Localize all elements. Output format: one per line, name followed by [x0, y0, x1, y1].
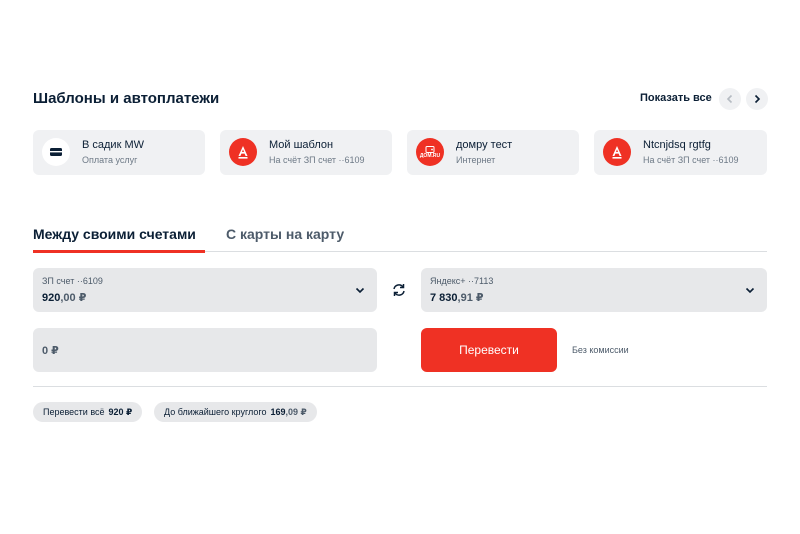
to-account-balance: 7 830,91 ₽ — [430, 291, 484, 304]
balance-main: 920 — [42, 292, 61, 304]
from-account-balance: 920,00 ₽ — [42, 291, 86, 304]
template-card[interactable]: ДОМ.RU домру тест Интернет — [407, 130, 579, 175]
template-subtitle: Оплата услуг — [82, 155, 138, 165]
chip-amount: 169 — [270, 407, 286, 417]
wallet-icon — [42, 138, 70, 166]
template-subtitle: Интернет — [456, 155, 496, 165]
section-divider — [33, 386, 767, 387]
template-subtitle: На счёт ЗП счет ··6109 — [269, 155, 365, 165]
chevron-down-icon — [355, 287, 365, 294]
to-account-name: Яндекс+ ··7113 — [430, 276, 494, 286]
from-account-select[interactable]: ЗП счет ··6109 920,00 ₽ — [33, 268, 377, 312]
chip-label: До ближайшего круглого — [164, 407, 267, 417]
template-title: домру тест — [456, 139, 513, 151]
chevron-right-icon — [754, 94, 761, 104]
transfer-all-chip[interactable]: Перевести всё 920 ₽ — [33, 402, 143, 422]
chip-amount-fraction: ,09 ₽ — [285, 406, 307, 417]
template-title: В садик MW — [82, 139, 144, 151]
balance-fraction: ,91 ₽ — [457, 292, 484, 304]
from-account-name: ЗП счет ··6109 — [42, 276, 103, 286]
active-tab-underline — [33, 250, 205, 253]
template-card[interactable]: Ntcnjdsq rgtfg На счёт ЗП счет ··6109 — [594, 130, 767, 175]
swap-icon[interactable] — [391, 282, 407, 298]
chip-amount: 920 ₽ — [108, 406, 133, 417]
to-account-select[interactable]: Яндекс+ ··7113 7 830,91 ₽ — [421, 268, 767, 312]
next-button[interactable] — [746, 88, 768, 110]
chip-label: Перевести всё — [43, 407, 105, 417]
domru-logo: ДОМ.RU — [416, 138, 444, 166]
template-card[interactable]: В садик MW Оплата услуг — [33, 130, 205, 175]
template-card[interactable]: Мой шаблон На счёт ЗП счет ··6109 — [220, 130, 392, 175]
chevron-left-icon — [726, 94, 733, 104]
template-title: Ntcnjdsq rgtfg — [643, 139, 711, 151]
amount-input[interactable]: 0 ₽ — [33, 328, 377, 372]
round-up-chip[interactable]: До ближайшего круглого 169,09 ₽ — [154, 402, 317, 422]
template-title: Мой шаблон — [269, 139, 334, 151]
chevron-down-icon — [745, 287, 755, 294]
amount-value: 0 ₽ — [42, 345, 59, 357]
balance-main: 7 830 — [430, 292, 458, 304]
template-subtitle: На счёт ЗП счет ··6109 — [643, 155, 739, 165]
domru-logo-text: ДОМ.RU — [419, 152, 441, 159]
fee-note: Без комиссии — [572, 345, 629, 355]
alfa-bank-logo — [229, 138, 257, 166]
tab-card-to-card[interactable]: С карты на карту — [226, 226, 344, 242]
show-all-link[interactable]: Показать все — [640, 92, 712, 104]
balance-fraction: ,00 ₽ — [60, 292, 87, 304]
prev-button[interactable] — [719, 88, 741, 110]
tab-own-accounts[interactable]: Между своими счетами — [33, 226, 196, 242]
transfer-button[interactable]: Перевести — [421, 328, 557, 372]
templates-title: Шаблоны и автоплатежи — [33, 90, 220, 107]
alfa-bank-logo — [603, 138, 631, 166]
